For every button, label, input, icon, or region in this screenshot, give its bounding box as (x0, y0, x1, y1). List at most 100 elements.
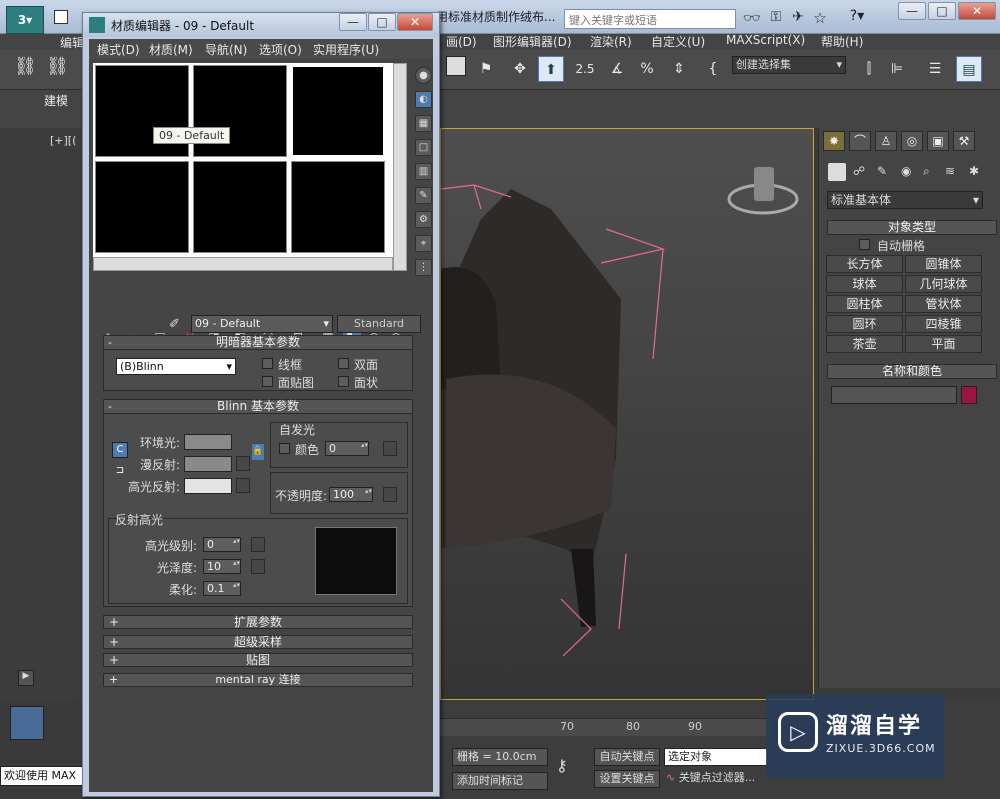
systems-icon[interactable]: ✱ (969, 164, 979, 178)
vertical-scrollbar[interactable] (393, 63, 407, 271)
autogrid-checkbox[interactable] (859, 239, 870, 250)
geometry-icon[interactable] (827, 162, 847, 182)
flag-icon[interactable]: ⚑ (473, 56, 499, 82)
lights-icon[interactable]: ✎ (877, 164, 887, 178)
geosphere-button[interactable]: 几何球体 (905, 275, 982, 293)
named-selection-set-dropdown[interactable]: 创建选择集 ▾ (732, 56, 846, 74)
layer-manager-icon[interactable]: ☰ (922, 56, 948, 82)
horizontal-scrollbar[interactable] (93, 257, 393, 271)
align-icon[interactable]: ⊫ (884, 56, 910, 82)
mat-menu-utilities[interactable]: 实用程序(U) (313, 41, 379, 58)
utilities-tab-icon[interactable]: ⚒ (953, 131, 975, 151)
self-illum-color-checkbox[interactable] (279, 443, 290, 454)
angle-snap-icon[interactable]: ∡ (604, 56, 630, 82)
satellite-icon[interactable]: ✈ (788, 9, 808, 29)
link-icon[interactable]: ⛓ (14, 56, 40, 82)
perspective-viewport[interactable] (440, 128, 814, 700)
space-warps-icon[interactable]: ≋ (945, 164, 955, 178)
maps-rollout[interactable]: + 贴图 (103, 653, 413, 667)
edit-named-sets-icon[interactable]: { (700, 56, 726, 82)
cylinder-button[interactable]: 圆柱体 (826, 295, 903, 313)
cone-button[interactable]: 圆锥体 (905, 255, 982, 273)
snap-toggle-icon[interactable]: 2.5 (572, 56, 598, 82)
menu-item[interactable]: 自定义(U) (651, 33, 705, 50)
teapot-button[interactable]: 茶壶 (826, 335, 903, 353)
face-map-checkbox[interactable] (262, 376, 273, 387)
soften-spinner[interactable]: 0.1 (203, 581, 241, 596)
specular-color-swatch[interactable] (184, 478, 232, 494)
two-sided-checkbox[interactable] (338, 358, 349, 369)
backlight-icon[interactable]: ◐ (415, 91, 432, 108)
sample-slot-active[interactable] (291, 65, 385, 157)
material-name-input[interactable]: 09 - Default ▾ (191, 315, 333, 333)
create-tab-icon[interactable]: ✸ (823, 131, 845, 151)
name-color-rollout[interactable]: 名称和颜色 (827, 364, 997, 379)
pyramid-button[interactable]: 四棱锥 (905, 315, 982, 333)
self-illum-spinner[interactable]: 0 (325, 441, 369, 456)
key-icon[interactable]: ⚿ (766, 9, 786, 29)
object-type-rollout[interactable]: 对象类型 (827, 220, 997, 235)
opacity-spinner[interactable]: 100 (329, 487, 373, 502)
menu-edit[interactable]: 编辑 (60, 34, 84, 51)
mat-maximize-button[interactable]: □ (368, 13, 396, 31)
selection-filter-dropdown[interactable] (446, 56, 466, 76)
close-button[interactable]: ✕ (958, 2, 996, 20)
display-tab-icon[interactable]: ▣ (927, 131, 949, 151)
key-mode-icon[interactable]: ⚷ (556, 756, 586, 780)
maximize-button[interactable]: □ (928, 2, 956, 20)
play-icon[interactable]: ▶ (18, 670, 34, 686)
mirror-icon[interactable]: ⫿ (856, 56, 882, 82)
modify-tab-icon[interactable]: ⌒ (849, 131, 871, 151)
make-preview-icon[interactable]: ✎ (415, 187, 432, 204)
move-icon[interactable]: ✥ (507, 56, 533, 82)
set-key-button[interactable]: 设置关键点 (594, 770, 660, 788)
shader-basic-header[interactable]: - 明暗器基本参数 (104, 336, 412, 350)
object-color-swatch[interactable] (961, 386, 977, 404)
lock-ambient-diffuse-icon[interactable]: C (112, 442, 128, 458)
auto-key-button[interactable]: 自动关键点 (594, 748, 660, 766)
render-frame-icon[interactable] (10, 706, 44, 740)
key-filters-button[interactable]: ∿ 关键点过滤器... (666, 770, 766, 788)
menu-item[interactable]: MAXScript(X) (726, 33, 805, 47)
tube-button[interactable]: 管状体 (905, 295, 982, 313)
glossiness-spinner[interactable]: 10 (203, 559, 241, 574)
star-icon[interactable]: ☆ (810, 9, 830, 29)
lock-diffuse-specular-icon[interactable]: ⊐ (112, 464, 128, 480)
key-set-dropdown[interactable]: 选定对象 (664, 748, 768, 766)
app-logo-icon[interactable]: 3▾ (6, 6, 44, 34)
opacity-map-button[interactable] (383, 487, 397, 502)
add-time-tag-button[interactable]: 添加时间标记 (452, 772, 548, 790)
diffuse-color-swatch[interactable] (184, 456, 232, 472)
minimize-button[interactable]: — (898, 2, 926, 20)
mat-minimize-button[interactable]: — (339, 13, 367, 31)
shapes-icon[interactable]: ☍ (853, 164, 865, 178)
sample-slot[interactable] (95, 161, 189, 253)
menu-item[interactable]: 帮助(H) (821, 33, 863, 50)
diffuse-map-button[interactable] (236, 456, 250, 471)
mat-menu-mode[interactable]: 模式(D) (97, 41, 140, 58)
binoculars-icon[interactable]: 👓 (742, 9, 762, 29)
uv-tiling-icon[interactable]: □ (415, 139, 432, 156)
background-icon[interactable]: ▦ (415, 115, 432, 132)
self-illum-map-button[interactable] (383, 441, 397, 456)
object-name-input[interactable] (831, 386, 957, 404)
shader-dropdown[interactable]: (B)Blinn ▾ (116, 358, 236, 375)
help-icon[interactable]: ?▾ (842, 8, 872, 28)
timeline[interactable]: 70 80 90 (440, 718, 770, 736)
sample-type-icon[interactable]: ● (415, 67, 432, 84)
mat-menu-material[interactable]: 材质(M) (149, 41, 193, 58)
material-type-button[interactable]: Standard (337, 315, 421, 333)
mat-menu-options[interactable]: 选项(O) (259, 41, 302, 58)
mental-ray-rollout[interactable]: + mental ray 连接 (103, 673, 413, 687)
glossiness-map-button[interactable] (251, 559, 265, 574)
percent-snap-icon[interactable]: % (634, 56, 660, 82)
options-icon[interactable]: ⚙ (415, 211, 432, 228)
menu-item[interactable]: 图形编辑器(D) (493, 33, 572, 50)
new-file-icon[interactable] (54, 10, 68, 24)
scene-explorer-icon[interactable]: ▤ (956, 56, 982, 82)
lock-icon[interactable]: 🔒 (252, 444, 264, 460)
hierarchy-tab-icon[interactable]: ♙ (875, 131, 897, 151)
select-place-icon[interactable]: ⬆ (538, 56, 564, 82)
specular-level-spinner[interactable]: 0 (203, 537, 241, 552)
supersampling-rollout[interactable]: + 超级采样 (103, 635, 413, 649)
